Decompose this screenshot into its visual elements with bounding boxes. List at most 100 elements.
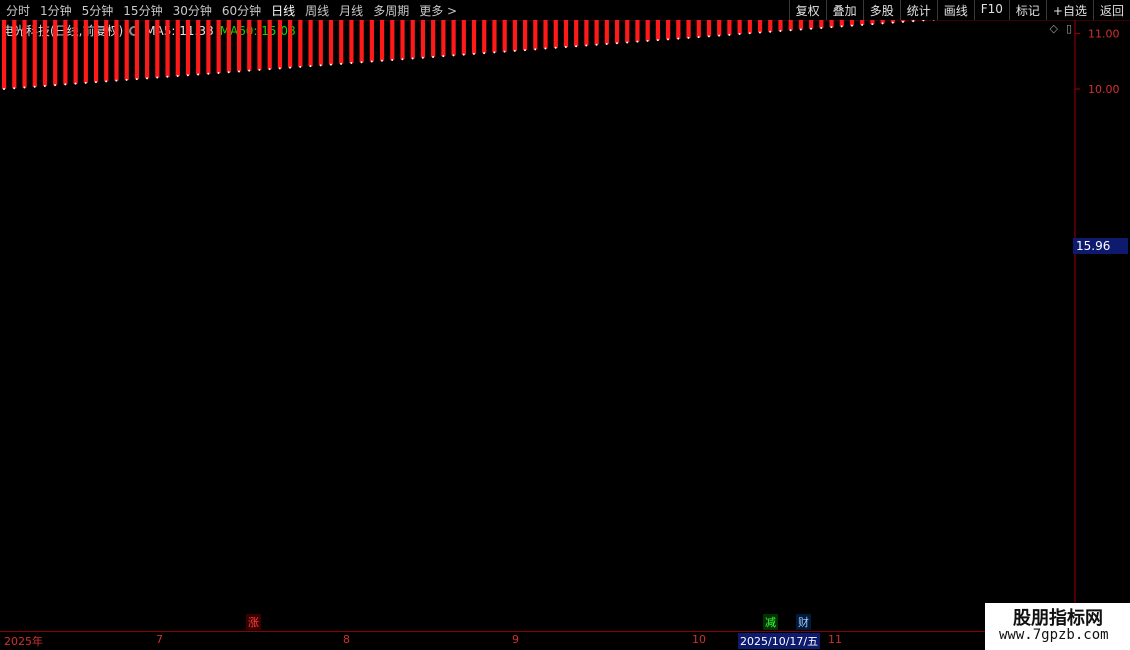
tool-button-1[interactable]: 叠加	[825, 0, 863, 20]
bar-base-dot	[350, 62, 353, 65]
volume-bar	[12, 20, 17, 89]
bar-base-dot	[646, 39, 649, 42]
bar-base-dot	[125, 78, 128, 81]
volume-bar	[809, 20, 814, 29]
volume-bar	[625, 20, 630, 43]
volume-bar	[349, 20, 354, 64]
volume-bar	[73, 20, 78, 84]
bar-base-dot	[493, 51, 496, 54]
volume-bar	[502, 20, 507, 52]
volume-bar	[604, 20, 609, 44]
bar-base-dot	[554, 46, 557, 49]
period-tab-5[interactable]: 60分钟	[222, 2, 261, 19]
bar-base-dot	[391, 59, 394, 62]
period-tab-10[interactable]: 更多 >	[419, 2, 457, 19]
bar-base-dot	[513, 49, 516, 52]
volume-bar	[318, 20, 323, 66]
tool-button-0[interactable]: 复权	[788, 0, 826, 20]
volume-bar	[696, 20, 701, 38]
bar-base-dot	[156, 76, 159, 79]
bar-base-dot	[901, 20, 904, 23]
price-tick-label: 10.00	[1088, 83, 1120, 96]
bar-base-dot	[146, 77, 149, 80]
tool-button-7[interactable]: +自选	[1045, 0, 1093, 20]
volume-bar	[584, 20, 589, 46]
date-label-4: 10	[692, 633, 706, 646]
date-label-5: 2025/10/17/五	[738, 633, 821, 649]
volume-bar	[635, 20, 640, 42]
tool-button-3[interactable]: 统计	[899, 0, 937, 20]
tool-button-8[interactable]: 返回	[1092, 0, 1130, 20]
date-label-6: 11	[828, 633, 842, 646]
period-tab-9[interactable]: 多周期	[373, 2, 409, 19]
bar-base-dot	[248, 69, 251, 72]
bar-base-dot	[329, 63, 332, 66]
price-tick-label: 11.00	[1088, 27, 1120, 40]
volume-bar	[247, 20, 252, 71]
volume-bar	[512, 20, 517, 51]
bar-base-dot	[830, 26, 833, 29]
volume-bar	[778, 20, 783, 32]
bar-base-dot	[861, 23, 864, 26]
period-tab-1[interactable]: 1分钟	[40, 2, 72, 19]
volume-bar	[267, 20, 272, 70]
period-tab-3[interactable]: 15分钟	[123, 2, 162, 19]
volume-bar	[400, 20, 405, 60]
volume-bar	[298, 20, 303, 67]
bar-base-dot	[677, 37, 680, 40]
bar-base-dot	[575, 45, 578, 48]
volume-bar	[686, 20, 691, 38]
tool-button-4[interactable]: 画线	[936, 0, 974, 20]
bar-base-dot	[289, 66, 292, 69]
jian-marker[interactable]: 减	[763, 614, 778, 630]
bar-base-dot	[3, 88, 5, 90]
volume-bar	[431, 20, 436, 57]
kline-chart[interactable]: 18.0017.0016.0015.0014.0013.0012.0011.00…	[0, 20, 1130, 630]
tool-button-6[interactable]: 标记	[1008, 0, 1046, 20]
date-label-2: 8	[343, 633, 350, 646]
bar-base-dot	[626, 41, 629, 44]
bar-base-dot	[738, 33, 741, 36]
tool-button-5[interactable]: F10	[973, 0, 1009, 20]
bar-base-dot	[186, 74, 189, 77]
volume-bar	[553, 20, 558, 48]
volume-bar	[543, 20, 548, 49]
tool-button-2[interactable]: 多股	[862, 0, 900, 20]
volume-bar	[482, 20, 487, 54]
cai-marker[interactable]: 财	[796, 614, 811, 630]
period-tab-0[interactable]: 分时	[6, 2, 30, 19]
period-tab-2[interactable]: 5分钟	[82, 2, 114, 19]
volume-bar	[145, 20, 150, 79]
volume-bar	[420, 20, 426, 58]
bar-base-dot	[360, 61, 363, 64]
volume-bar	[339, 20, 344, 64]
period-tab-7[interactable]: 周线	[305, 2, 329, 19]
volume-bar	[563, 20, 569, 48]
top-toolbar: 分时 1分钟 5分钟 15分钟 30分钟 60分钟 日线 周线 月线 多周期 更多 > 复权 叠加 多股…	[0, 0, 1130, 21]
bar-base-dot	[268, 68, 271, 71]
bar-base-dot	[401, 58, 404, 61]
bar-base-dot	[912, 20, 915, 23]
bar-base-dot	[442, 55, 445, 58]
volume-bar	[236, 20, 242, 72]
period-tab-8[interactable]: 月线	[339, 2, 363, 19]
bar-base-dot	[871, 23, 874, 26]
volume-bar	[22, 20, 27, 88]
volume-bar	[727, 20, 732, 35]
bar-base-dot	[227, 71, 230, 74]
volume-bar	[533, 20, 538, 50]
bar-base-dot	[421, 56, 424, 59]
period-tab-4[interactable]: 30分钟	[173, 2, 212, 19]
period-tab-6[interactable]: 日线	[271, 2, 295, 19]
volume-bar	[32, 20, 37, 87]
bar-base-dot	[411, 57, 414, 60]
volume-bar	[757, 20, 763, 33]
bar-base-dot	[94, 81, 97, 84]
volume-bar	[124, 20, 129, 80]
volume-bar	[676, 20, 681, 39]
bar-base-dot	[309, 65, 312, 68]
volume-bar	[747, 20, 752, 34]
zhang-marker[interactable]: 涨	[246, 614, 261, 630]
bar-base-dot	[23, 86, 26, 89]
volume-bar	[226, 20, 231, 73]
